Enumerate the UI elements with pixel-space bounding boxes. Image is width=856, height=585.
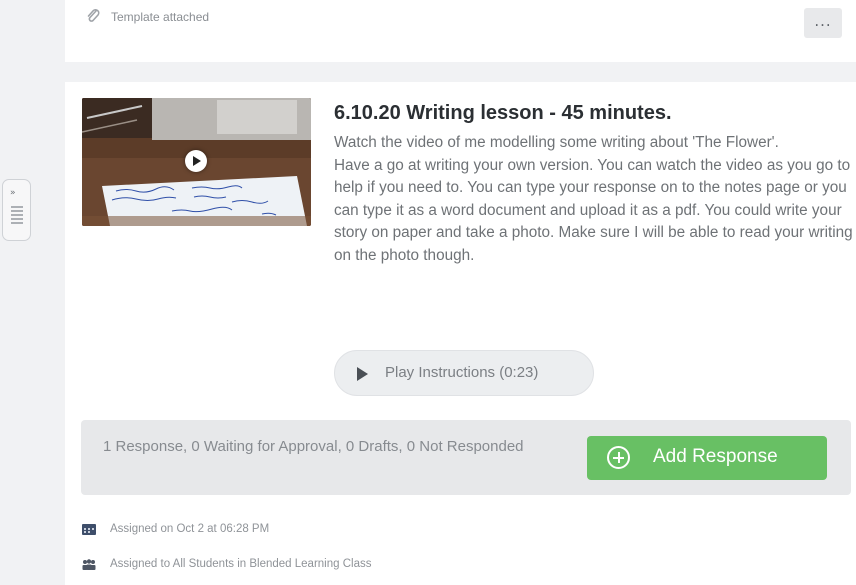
assigned-to-text: Assigned to All Students in Blended Lear… xyxy=(110,558,372,570)
more-icon: ... xyxy=(814,12,832,30)
group-icon xyxy=(82,559,96,570)
activity-description: Watch the video of me modelling some wri… xyxy=(334,132,854,268)
plus-circle-icon xyxy=(607,446,630,469)
response-summary-text[interactable]: 1 Response, 0 Waiting for Approval, 0 Dr… xyxy=(103,435,533,458)
calendar-icon xyxy=(82,524,96,535)
response-summary-bar: 1 Response, 0 Waiting for Approval, 0 Dr… xyxy=(81,420,851,495)
description-paragraph: Have a go at writing your own version. Y… xyxy=(334,156,853,264)
play-icon xyxy=(357,367,368,381)
add-response-label: Add Response xyxy=(653,446,778,467)
description-paragraph: Watch the video of me modelling some wri… xyxy=(334,134,779,151)
play-instructions-label: Play Instructions (0:23) xyxy=(385,364,539,381)
activity-title: 6.10.20 Writing lesson - 45 minutes. xyxy=(334,102,672,124)
video-thumbnail[interactable] xyxy=(82,98,311,226)
drag-grip-icon[interactable] xyxy=(11,206,23,226)
video-play-icon[interactable] xyxy=(185,150,207,172)
double-chevron-icon: » xyxy=(10,188,15,198)
activity-card: 6.10.20 Writing lesson - 45 minutes. Wat… xyxy=(65,82,856,585)
add-response-button[interactable]: Add Response xyxy=(587,436,827,480)
template-attached-label: Template attached xyxy=(111,10,210,24)
paperclip-icon xyxy=(87,9,100,22)
side-panel-toggle[interactable]: » xyxy=(2,179,31,241)
more-options-button[interactable]: ... xyxy=(804,8,842,38)
play-instructions-button[interactable]: Play Instructions (0:23) xyxy=(334,350,594,396)
assigned-date-text: Assigned on Oct 2 at 06:28 PM xyxy=(110,523,270,535)
left-panel-strip xyxy=(0,0,44,585)
previous-activity-card: Template attached ... xyxy=(65,0,856,62)
